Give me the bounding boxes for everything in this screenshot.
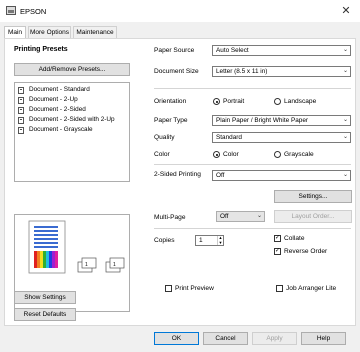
paper-type-value: Plain Paper / Bright White Paper — [216, 117, 308, 124]
cancel-button[interactable]: Cancel — [203, 332, 248, 345]
two-sided-select[interactable]: Off ⌄ — [212, 170, 351, 181]
chevron-down-icon: ⌄ — [342, 117, 348, 123]
apply-button[interactable]: Apply — [252, 332, 297, 345]
quality-value: Standard — [216, 134, 242, 141]
title-bar: EPSON ✕ — [0, 0, 360, 22]
copies-label: Copies — [154, 237, 175, 244]
document-icon — [18, 127, 24, 134]
document-icon — [18, 87, 24, 94]
color-option-label: Color — [223, 151, 239, 158]
grayscale-radio[interactable] — [274, 151, 281, 158]
reverse-order-checkbox[interactable]: ✓ — [274, 248, 281, 255]
reverse-order-label: Reverse Order — [284, 248, 328, 255]
chevron-down-icon: ⌄ — [342, 172, 348, 178]
stepper-arrows-icon[interactable]: ▲ ▼ — [217, 235, 223, 245]
portrait-radio[interactable] — [213, 98, 220, 105]
two-sided-value: Off — [216, 172, 225, 179]
paper-source-value: Auto Select — [216, 47, 249, 54]
presets-heading: Printing Presets — [14, 46, 68, 53]
document-icon — [18, 117, 24, 124]
paper-source-label: Paper Source — [154, 47, 195, 54]
main-panel: Printing Presets Add/Remove Presets... D… — [4, 38, 356, 326]
landscape-label: Landscape — [284, 98, 317, 105]
grayscale-label: Grayscale — [284, 151, 314, 158]
copies-value: 1 — [199, 237, 203, 244]
print-preview-checkbox[interactable] — [165, 285, 172, 292]
orientation-label: Orientation — [154, 98, 187, 105]
two-sided-settings-button[interactable]: Settings... — [274, 190, 352, 203]
divider — [154, 228, 351, 229]
chevron-down-icon: ⌄ — [342, 47, 348, 53]
tab-maintenance[interactable]: Maintenance — [73, 26, 117, 38]
preset-list: Document - Standard Document - 2-Up Docu… — [14, 82, 130, 182]
add-remove-presets-button[interactable]: Add/Remove Presets... — [14, 63, 130, 76]
show-settings-button[interactable]: Show Settings — [14, 291, 76, 304]
landscape-radio[interactable] — [274, 98, 281, 105]
window-title: EPSON — [20, 7, 47, 16]
two-sided-label: 2-Sided Printing — [154, 171, 201, 178]
chevron-down-icon: ⌄ — [256, 213, 262, 219]
preset-label: Document - Grayscale — [29, 126, 93, 133]
svg-text:1: 1 — [85, 262, 88, 268]
collate-label: Collate — [284, 235, 305, 242]
layout-order-button[interactable]: Layout Order... — [274, 210, 352, 223]
close-icon[interactable]: ✕ — [338, 3, 354, 19]
print-preview-label: Print Preview — [175, 285, 214, 292]
collate-checkbox[interactable]: ✓ — [274, 235, 281, 242]
document-size-label: Document Size — [154, 68, 199, 75]
divider — [154, 164, 351, 165]
preset-label: Document - 2-Sided — [29, 106, 86, 113]
multi-page-label: Multi-Page — [154, 214, 186, 221]
document-size-value: Letter (8.5 x 11 in) — [216, 68, 268, 75]
quality-label: Quality — [154, 134, 175, 141]
chevron-down-icon: ⌄ — [342, 68, 348, 74]
svg-text:1: 1 — [113, 262, 116, 268]
printer-icon — [6, 6, 16, 15]
document-size-select[interactable]: Letter (8.5 x 11 in) ⌄ — [212, 66, 351, 77]
ok-button[interactable]: OK — [154, 332, 199, 345]
document-icon — [18, 107, 24, 114]
portrait-label: Portrait — [223, 98, 245, 105]
preset-label: Document - 2-Sided with 2-Up — [29, 116, 115, 123]
paper-type-label: Paper Type — [154, 117, 188, 124]
job-arranger-checkbox[interactable] — [276, 285, 283, 292]
color-radio[interactable] — [213, 151, 220, 158]
job-arranger-label: Job Arranger Lite — [286, 285, 337, 292]
quality-select[interactable]: Standard ⌄ — [212, 132, 351, 143]
multi-page-select[interactable]: Off ⌄ — [216, 211, 265, 222]
divider — [154, 88, 351, 89]
paper-source-select[interactable]: Auto Select ⌄ — [212, 45, 351, 56]
multi-page-value: Off — [220, 213, 229, 220]
document-icon — [18, 97, 24, 104]
paper-type-select[interactable]: Plain Paper / Bright White Paper ⌄ — [212, 115, 351, 126]
color-label: Color — [154, 151, 170, 158]
preset-label: Document - Standard — [29, 86, 90, 93]
reset-defaults-button[interactable]: Reset Defaults — [14, 308, 76, 321]
copies-stepper[interactable]: 1 ▲ ▼ — [195, 235, 224, 246]
preset-label: Document - 2-Up — [29, 96, 78, 103]
tab-more-options[interactable]: More Options — [28, 26, 71, 38]
chevron-down-icon: ⌄ — [342, 134, 348, 140]
help-button[interactable]: Help — [301, 332, 346, 345]
